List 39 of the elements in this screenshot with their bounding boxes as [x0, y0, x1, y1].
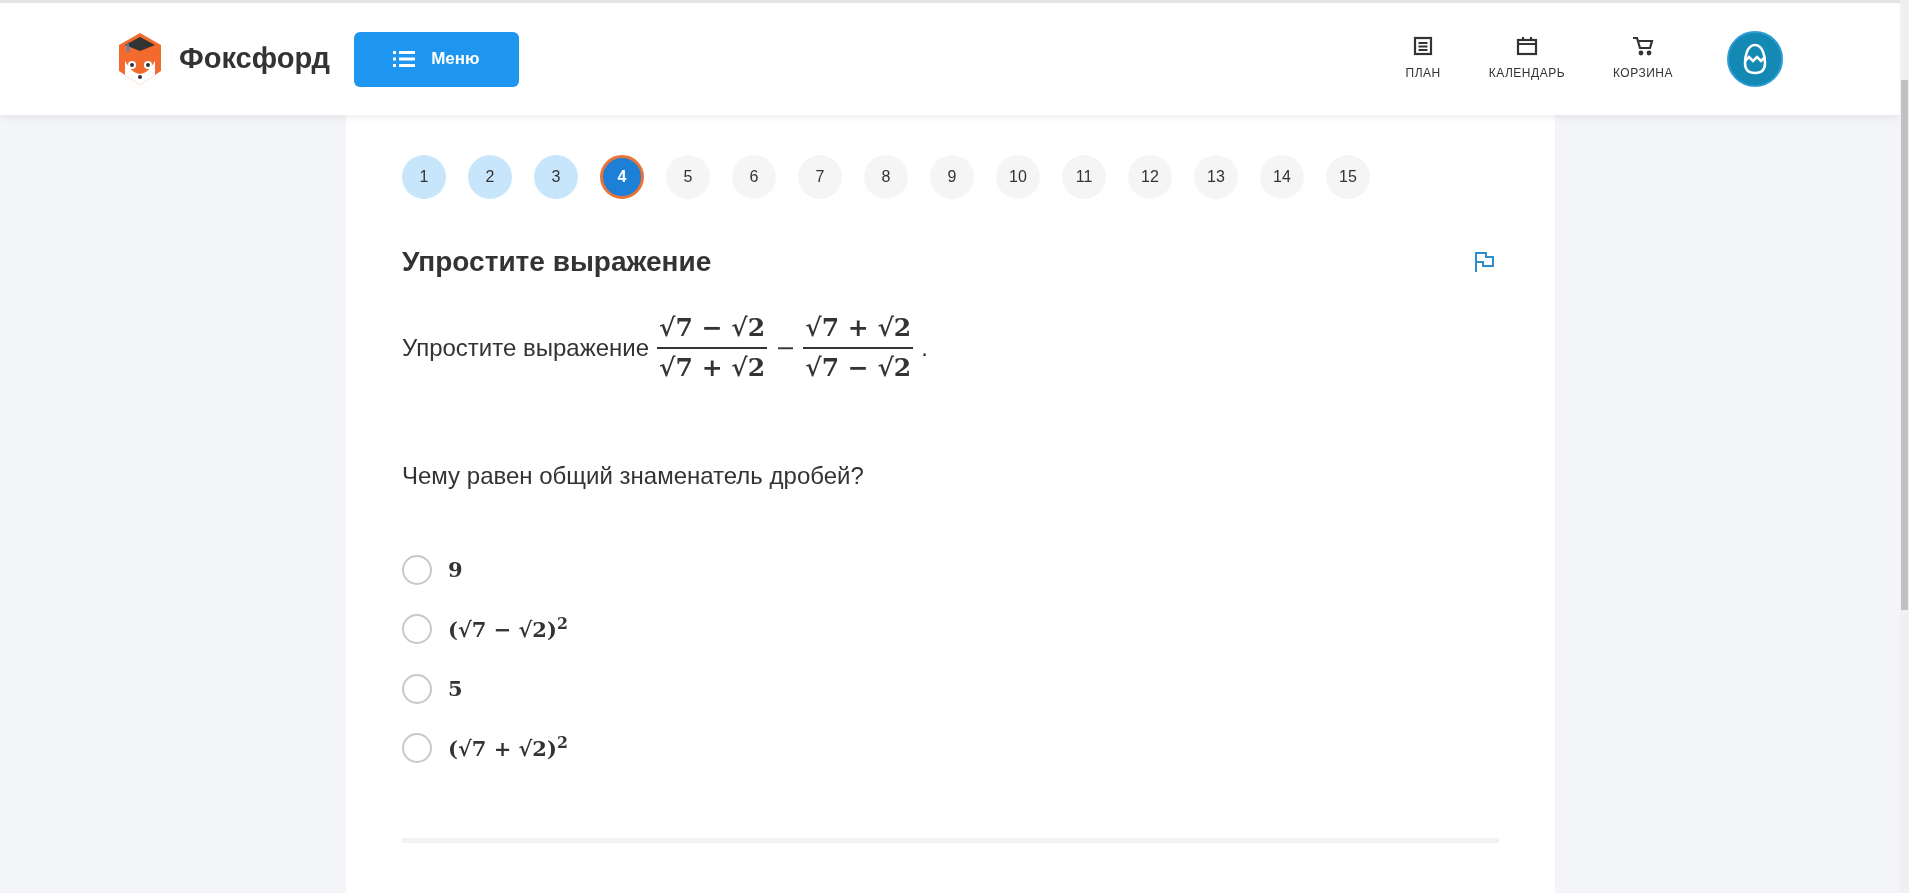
radio-button[interactable]: [402, 554, 432, 585]
page-button[interactable]: 3: [534, 155, 578, 199]
radio-button[interactable]: [402, 614, 432, 645]
page-button[interactable]: 12: [1128, 155, 1172, 199]
page-button[interactable]: 6: [732, 155, 776, 199]
page-button[interactable]: 2: [468, 155, 512, 199]
page-button[interactable]: 14: [1260, 155, 1304, 199]
page-button[interactable]: 10: [996, 155, 1040, 199]
page-button[interactable]: 5: [666, 155, 710, 199]
answer-option[interactable]: 5: [448, 673, 463, 705]
radio-button[interactable]: [402, 673, 432, 704]
radio-button[interactable]: [402, 733, 432, 764]
answer-option[interactable]: (√7 + √2)$^{2}$: [448, 732, 568, 764]
calendar-icon: [1515, 36, 1538, 56]
page-button[interactable]: 1: [402, 155, 446, 199]
menu-icon: [393, 50, 416, 68]
question-text: Чему равен общий знаменатель дробей?: [402, 461, 865, 491]
nav-plan-link[interactable]: ПЛАН: [1399, 35, 1447, 83]
page-button[interactable]: 15: [1326, 155, 1370, 199]
list-icon: [1413, 36, 1434, 56]
logo-text[interactable]: Фоксфорд: [179, 37, 330, 81]
page-button[interactable]: 8: [864, 155, 908, 199]
answer-option[interactable]: (√7 − √2)$^{2}$: [448, 613, 568, 645]
avatar[interactable]: [1727, 31, 1783, 87]
nav-calendar-link[interactable]: КАЛЕНДАРЬ: [1482, 35, 1571, 83]
flag-icon[interactable]: [1473, 251, 1495, 273]
page-button[interactable]: 4: [600, 155, 644, 199]
fox-logo-icon: [117, 31, 163, 87]
answer-option[interactable]: 9: [448, 554, 463, 586]
egg-chick-icon: [1743, 43, 1767, 75]
page-button[interactable]: 13: [1194, 155, 1238, 199]
page-button[interactable]: 9: [930, 155, 974, 199]
logo[interactable]: Фоксфорд: [117, 31, 330, 87]
task-title: Упростите выражение: [402, 245, 712, 279]
page-button[interactable]: 11: [1062, 155, 1106, 199]
cart-icon: [1632, 36, 1654, 56]
page-button[interactable]: 7: [798, 155, 842, 199]
nav-cart-link[interactable]: КОРЗИНА: [1607, 35, 1679, 83]
scrollbar-thumb[interactable]: [1901, 80, 1908, 610]
